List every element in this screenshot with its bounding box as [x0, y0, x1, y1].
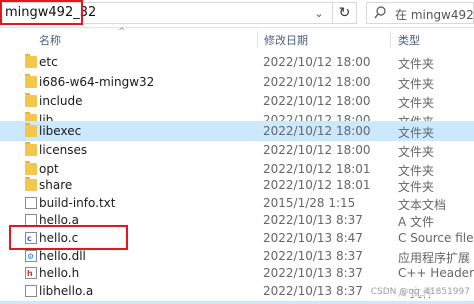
file-type: 文件夹 — [398, 145, 435, 159]
file-name: libhello.a — [39, 284, 94, 298]
list-item[interactable]: include 2022/10/12 18:00 文件夹 — [0, 91, 474, 111]
file-type: 文件夹 — [398, 96, 435, 110]
file-name: build-info.txt — [39, 196, 116, 210]
refresh-icon: ↻ — [338, 5, 351, 21]
file-name: licenses — [39, 143, 88, 157]
file-name: share — [39, 178, 73, 192]
search-input[interactable]: 在 mingw492_32 — [395, 6, 474, 23]
file-type: 文件夹 — [398, 57, 435, 71]
list-item[interactable]: i686-w64-mingw32 2022/10/12 18:00 文件夹 — [0, 72, 474, 92]
file-date: 2022/10/12 18:01 — [263, 162, 371, 176]
column-divider[interactable] — [390, 31, 391, 47]
hello-c-highlight-box — [9, 225, 128, 250]
sort-arrow-icon: ^ — [118, 27, 126, 37]
file-type: 文件夹 — [398, 77, 435, 91]
file-icon — [25, 285, 37, 297]
search-icon — [374, 6, 386, 19]
file-date: 2022/10/12 18:00 — [263, 55, 371, 69]
refresh-button[interactable]: ↻ — [333, 2, 357, 24]
file-date: 2022/10/12 18:00 — [263, 124, 371, 138]
folder-icon — [25, 54, 37, 68]
address-highlight-box — [0, 0, 83, 25]
file-name: hello.dll — [39, 249, 86, 263]
file-date: 2022/10/13 8:37 — [263, 213, 363, 227]
search-box[interactable]: 在 mingw492_32 — [366, 2, 474, 24]
folder-icon — [25, 161, 37, 175]
file-date: 2022/10/13 8:37 — [263, 249, 363, 263]
h-header-icon: h — [25, 267, 37, 279]
file-date: 2022/10/12 18:00 — [263, 94, 371, 108]
list-item[interactable]: licenses 2022/10/12 18:00 文件夹 — [0, 140, 474, 160]
file-date: 2022/10/13 8:37 — [263, 266, 363, 280]
file-name: libexec — [39, 124, 82, 138]
file-name: opt — [39, 162, 59, 176]
list-item[interactable]: etc 2022/10/12 18:00 文件夹 — [0, 52, 474, 72]
column-date-header[interactable]: 修改日期 — [264, 32, 308, 48]
folder-icon — [25, 93, 37, 107]
list-item[interactable]: h hello.h 2022/10/13 8:37 C++ Header fil… — [0, 263, 474, 283]
file-date: 2022/10/13 8:37 — [263, 284, 363, 298]
file-name: i686-w64-mingw32 — [39, 75, 155, 89]
watermark: CSDN @qq_41851997 — [370, 287, 470, 297]
folder-icon — [25, 123, 37, 137]
list-item[interactable]: share 2022/10/12 18:01 文件夹 — [0, 175, 474, 195]
file-date: 2022/10/12 18:00 — [263, 75, 371, 89]
folder-icon — [25, 177, 37, 191]
folder-icon — [25, 74, 37, 88]
column-divider[interactable] — [257, 31, 258, 47]
file-date: 2015/1/28 1:15 — [263, 196, 356, 210]
file-name: hello.h — [39, 266, 80, 280]
text-file-icon — [25, 197, 37, 209]
column-type-header[interactable]: 类型 — [398, 32, 420, 48]
file-date: 2022/10/13 8:47 — [263, 231, 363, 245]
file-type: C Source file — [398, 231, 474, 245]
file-date: 2022/10/12 18:00 — [263, 143, 371, 157]
file-type: C++ Header file — [398, 266, 474, 280]
file-date: 2022/10/12 18:01 — [263, 178, 371, 192]
dll-icon: ⚙ — [25, 250, 37, 262]
chevron-down-icon[interactable]: ⌄ — [308, 3, 330, 25]
column-header: ^ 名称 修改日期 类型 — [0, 27, 474, 49]
column-name-header[interactable]: 名称 — [39, 32, 61, 48]
file-name: etc — [39, 55, 58, 69]
list-item[interactable]: libexec 2022/10/12 18:00 文件夹 — [0, 121, 474, 141]
file-name: include — [39, 94, 83, 108]
folder-icon — [25, 142, 37, 156]
file-type: 文件夹 — [398, 126, 435, 140]
